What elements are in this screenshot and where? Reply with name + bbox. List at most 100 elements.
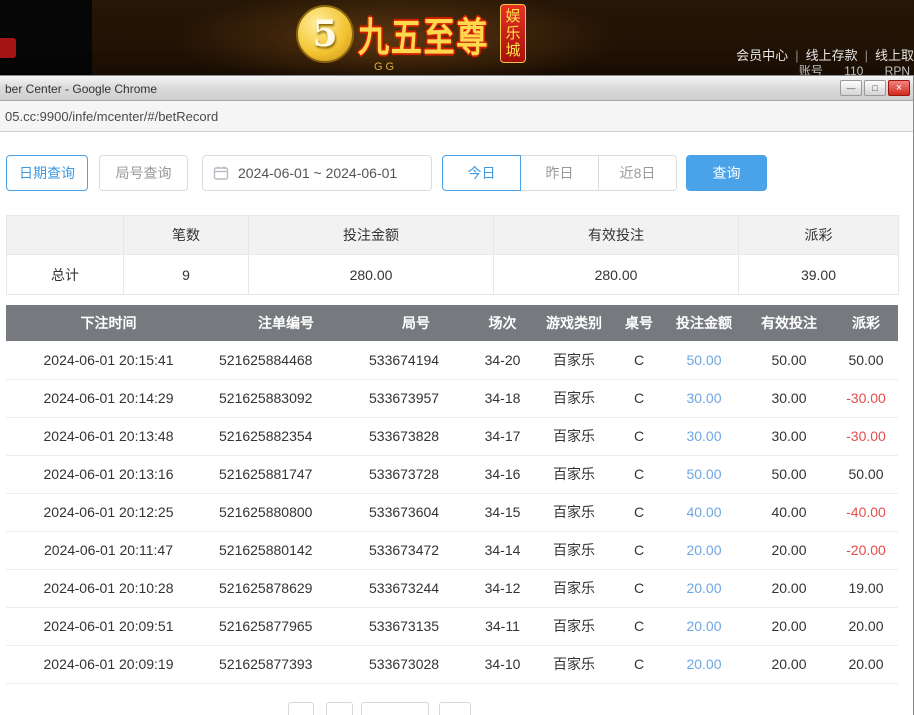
table-row: 2024-06-01 20:11:47 521625880142 5336734… <box>6 531 898 570</box>
summary-total-row: 总计 9 280.00 280.00 39.00 <box>6 254 899 295</box>
summary-total-label: 总计 <box>6 254 124 295</box>
bet-id: 521625880800 <box>211 493 361 532</box>
bet-amount-link[interactable]: 20.00 <box>664 531 744 570</box>
date-range-picker[interactable]: 2024-06-01 ~ 2024-06-01 <box>202 155 432 191</box>
pagination <box>288 701 913 715</box>
today-button[interactable]: 今日 <box>442 155 521 191</box>
summary-valid-bet: 280.00 <box>493 254 739 295</box>
date-query-button[interactable]: 日期查询 <box>6 155 88 191</box>
round-query-button[interactable]: 局号查询 <box>99 155 188 191</box>
game-type: 百家乐 <box>534 531 614 570</box>
nav-online-withdraw[interactable]: 线上取 <box>875 48 914 63</box>
session: 34-12 <box>471 569 534 608</box>
valid-bet: 20.00 <box>744 531 834 570</box>
bet-amount-link[interactable]: 50.00 <box>664 455 744 494</box>
address-bar[interactable]: 05.cc:9900/infe/mcenter/#/betRecord <box>0 101 913 132</box>
round-no: 533673244 <box>361 569 471 608</box>
close-button[interactable]: × <box>888 80 910 96</box>
valid-bet: 50.00 <box>744 455 834 494</box>
game-type: 百家乐 <box>534 341 614 380</box>
nav-online-deposit[interactable]: 线上存款 <box>806 48 858 63</box>
payout: 50.00 <box>834 455 898 494</box>
bet-record-table: 下注时间 注单编号 局号 场次 游戏类别 桌号 投注金额 有效投注 派彩 202… <box>6 305 898 684</box>
game-type: 百家乐 <box>534 493 614 532</box>
bet-time: 2024-06-01 20:12:25 <box>6 493 211 532</box>
summary-header-valid-bet: 有效投注 <box>493 215 739 255</box>
round-no: 533673604 <box>361 493 471 532</box>
col-session: 场次 <box>471 305 534 341</box>
bet-time: 2024-06-01 20:09:19 <box>6 645 211 684</box>
col-bet-amount: 投注金额 <box>664 305 744 341</box>
bet-id: 521625880142 <box>211 531 361 570</box>
bet-id: 521625881747 <box>211 455 361 494</box>
search-button[interactable]: 查询 <box>686 155 767 191</box>
pagination-page-button[interactable] <box>326 701 353 715</box>
bet-time: 2024-06-01 20:10:28 <box>6 569 211 608</box>
valid-bet: 50.00 <box>744 341 834 380</box>
table-row: 2024-06-01 20:14:29 521625883092 5336739… <box>6 379 898 418</box>
bet-amount-link[interactable]: 20.00 <box>664 645 744 684</box>
pagination-next-button[interactable] <box>439 701 471 715</box>
summary-table: 笔数 投注金额 有效投注 派彩 总计 9 280.00 280.00 39.00 <box>6 215 899 295</box>
casino-logo: 5 九五至尊 娱乐城 <box>296 4 526 63</box>
table-no: C <box>614 379 664 418</box>
side-widget[interactable] <box>0 38 16 58</box>
col-payout: 派彩 <box>834 305 898 341</box>
logo-badge: 娱乐城 <box>500 4 526 63</box>
session: 34-14 <box>471 531 534 570</box>
table-row: 2024-06-01 20:09:19 521625877393 5336730… <box>6 645 898 684</box>
window-titlebar[interactable]: ber Center - Google Chrome — □ × <box>0 76 913 101</box>
summary-header-row: 笔数 投注金额 有效投注 派彩 <box>6 215 899 255</box>
payout: -20.00 <box>834 531 898 570</box>
screen: 5 九五至尊 娱乐城 GG 会员中心 | 线上存款 | 线上取 账号 110 RPN b… <box>0 0 914 715</box>
pagination-size-select[interactable] <box>361 701 429 715</box>
session: 34-15 <box>471 493 534 532</box>
table-no: C <box>614 417 664 456</box>
payout: 20.00 <box>834 645 898 684</box>
table-row: 2024-06-01 20:13:16 521625881747 5336737… <box>6 455 898 494</box>
table-no: C <box>614 531 664 570</box>
nav-separator: | <box>864 48 868 63</box>
bet-amount-link[interactable]: 30.00 <box>664 417 744 456</box>
bet-amount-link[interactable]: 50.00 <box>664 341 744 380</box>
bet-amount-link[interactable]: 20.00 <box>664 607 744 646</box>
maximize-button[interactable]: □ <box>864 80 886 96</box>
round-no: 533673472 <box>361 531 471 570</box>
game-type: 百家乐 <box>534 455 614 494</box>
calendar-icon <box>213 166 229 180</box>
game-type: 百家乐 <box>534 569 614 608</box>
nav-separator: | <box>795 48 799 63</box>
col-game-type: 游戏类别 <box>534 305 614 341</box>
table-row: 2024-06-01 20:13:48 521625882354 5336738… <box>6 417 898 456</box>
valid-bet: 30.00 <box>744 417 834 456</box>
col-round-no: 局号 <box>361 305 471 341</box>
pagination-prev-button[interactable] <box>288 701 314 715</box>
valid-bet: 30.00 <box>744 379 834 418</box>
bet-time: 2024-06-01 20:15:41 <box>6 341 211 380</box>
bet-amount-link[interactable]: 40.00 <box>664 493 744 532</box>
bet-id: 521625877965 <box>211 607 361 646</box>
table-row: 2024-06-01 20:09:51 521625877965 5336731… <box>6 607 898 646</box>
game-type: 百家乐 <box>534 379 614 418</box>
bet-amount-link[interactable]: 30.00 <box>664 379 744 418</box>
session: 34-17 <box>471 417 534 456</box>
bet-time: 2024-06-01 20:13:16 <box>6 455 211 494</box>
table-row: 2024-06-01 20:12:25 521625880800 5336736… <box>6 493 898 532</box>
bet-amount-link[interactable]: 20.00 <box>664 569 744 608</box>
round-no: 533674194 <box>361 341 471 380</box>
col-bet-id: 注单编号 <box>211 305 361 341</box>
game-type: 百家乐 <box>534 645 614 684</box>
summary-bet-amount: 280.00 <box>248 254 494 295</box>
minimize-button[interactable]: — <box>840 80 862 96</box>
bet-time: 2024-06-01 20:11:47 <box>6 531 211 570</box>
table-no: C <box>614 455 664 494</box>
nav-member-center[interactable]: 会员中心 <box>736 48 788 63</box>
table-row: 2024-06-01 20:15:41 521625884468 5336741… <box>6 341 898 380</box>
yesterday-button[interactable]: 昨日 <box>520 155 599 191</box>
session: 34-16 <box>471 455 534 494</box>
bet-id: 521625878629 <box>211 569 361 608</box>
round-no: 533673728 <box>361 455 471 494</box>
window-controls: — □ × <box>840 80 910 96</box>
payout: -30.00 <box>834 379 898 418</box>
last-8-days-button[interactable]: 近8日 <box>598 155 677 191</box>
